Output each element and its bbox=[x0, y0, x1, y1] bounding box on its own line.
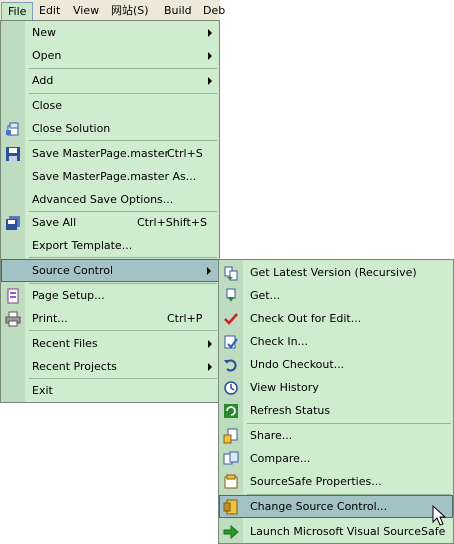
menu-item-label: Exit bbox=[32, 384, 53, 397]
source-control-submenu: Get Latest Version (Recursive) Get... Ch… bbox=[218, 259, 454, 544]
menu-item-compare[interactable]: Compare... bbox=[219, 447, 453, 470]
menu-item-view-history[interactable]: View History bbox=[219, 376, 453, 399]
menu-item-page-setup[interactable]: Page Setup... bbox=[1, 284, 219, 307]
undo-checkout-icon bbox=[224, 359, 237, 372]
menu-separator bbox=[29, 257, 217, 258]
menu-item-label: Advanced Save Options... bbox=[32, 193, 174, 206]
properties-icon bbox=[224, 474, 238, 489]
menu-debug[interactable]: Deb bbox=[197, 2, 231, 19]
menu-item-source-control[interactable]: Source Control bbox=[1, 259, 219, 282]
menu-item-get[interactable]: Get... bbox=[219, 284, 453, 307]
menu-item-label: Refresh Status bbox=[250, 404, 331, 417]
menu-separator bbox=[29, 140, 217, 141]
menu-build[interactable]: Build bbox=[158, 2, 198, 19]
menu-item-change-source-control[interactable]: Change Source Control... bbox=[219, 495, 453, 518]
menu-item-save-master-as[interactable]: Save MasterPage.master As... bbox=[1, 165, 219, 188]
menu-item-check-in[interactable]: Check In... bbox=[219, 330, 453, 353]
printer-icon bbox=[5, 311, 21, 327]
menu-item-label: Get Latest Version (Recursive) bbox=[250, 266, 417, 279]
menu-item-add[interactable]: Add bbox=[1, 69, 219, 92]
menu-website[interactable]: 网站(S) bbox=[105, 2, 155, 19]
menu-item-shortcut: Ctrl+S bbox=[167, 147, 203, 160]
launch-sourcesafe-icon bbox=[223, 524, 239, 540]
check-in-icon bbox=[224, 335, 238, 349]
menu-item-label: Compare... bbox=[250, 452, 311, 465]
menu-item-label: Check Out for Edit... bbox=[250, 312, 362, 325]
menu-item-label: Source Control bbox=[32, 264, 114, 277]
menu-item-label: Share... bbox=[250, 429, 293, 442]
refresh-icon bbox=[224, 404, 238, 418]
menu-item-label: Open bbox=[32, 49, 62, 62]
submenu-arrow-icon bbox=[208, 29, 212, 37]
menu-item-close-solution[interactable]: Close Solution bbox=[1, 117, 219, 140]
menu-item-label: New bbox=[32, 26, 56, 39]
menu-item-save-all[interactable]: Save All Ctrl+Shift+S bbox=[1, 211, 219, 234]
menu-item-shortcut: Ctrl+Shift+S bbox=[137, 216, 207, 229]
get-latest-icon bbox=[224, 266, 238, 281]
menu-item-export-template[interactable]: Export Template... bbox=[1, 234, 219, 257]
menu-item-share[interactable]: Share... bbox=[219, 424, 453, 447]
check-out-icon bbox=[224, 313, 238, 325]
menu-edit[interactable]: Edit bbox=[33, 2, 66, 19]
menu-item-label: View History bbox=[250, 381, 319, 394]
menu-item-recent-files[interactable]: Recent Files bbox=[1, 332, 219, 355]
menu-item-new[interactable]: New bbox=[1, 21, 219, 44]
menu-item-label: Save MasterPage.master bbox=[32, 147, 169, 160]
menu-item-label: Close Solution bbox=[32, 122, 111, 135]
menu-item-exit[interactable]: Exit bbox=[1, 379, 219, 402]
menu-item-advanced-save[interactable]: Advanced Save Options... bbox=[1, 188, 219, 211]
menu-item-get-latest[interactable]: Get Latest Version (Recursive) bbox=[219, 261, 453, 284]
submenu-arrow-icon bbox=[208, 363, 212, 371]
get-icon bbox=[226, 288, 236, 302]
menu-item-check-out[interactable]: Check Out for Edit... bbox=[219, 307, 453, 330]
menu-item-undo-checkout[interactable]: Undo Checkout... bbox=[219, 353, 453, 376]
menu-item-label: Page Setup... bbox=[32, 289, 105, 302]
mouse-cursor-icon bbox=[432, 505, 446, 526]
history-icon bbox=[224, 381, 238, 395]
menu-item-refresh-status[interactable]: Refresh Status bbox=[219, 399, 453, 422]
submenu-arrow-icon bbox=[208, 340, 212, 348]
menu-item-label: Save MasterPage.master As... bbox=[32, 170, 197, 183]
menu-item-label: Get... bbox=[250, 289, 281, 302]
save-all-icon bbox=[6, 216, 20, 230]
menu-item-label: Close bbox=[32, 99, 62, 112]
menu-item-sourcesafe-properties[interactable]: SourceSafe Properties... bbox=[219, 470, 453, 493]
close-solution-icon bbox=[6, 122, 19, 136]
menu-bar: File Edit View 网站(S) Build Deb bbox=[0, 0, 225, 22]
menu-item-label: Launch Microsoft Visual SourceSafe bbox=[250, 525, 446, 538]
menu-item-label: Print... bbox=[32, 312, 68, 325]
menu-item-shortcut: Ctrl+P bbox=[167, 312, 203, 325]
menu-item-close[interactable]: Close bbox=[1, 94, 219, 117]
compare-icon bbox=[223, 451, 239, 465]
share-icon bbox=[223, 428, 238, 444]
menu-file[interactable]: File bbox=[1, 2, 34, 21]
menu-item-recent-projects[interactable]: Recent Projects bbox=[1, 355, 219, 378]
menu-item-label: Recent Files bbox=[32, 337, 98, 350]
menu-view[interactable]: View bbox=[67, 2, 105, 19]
menu-item-save-master[interactable]: Save MasterPage.master Ctrl+S bbox=[1, 142, 219, 165]
menu-item-label: Save All bbox=[32, 216, 77, 229]
menu-item-label: Change Source Control... bbox=[250, 500, 388, 513]
menu-item-open[interactable]: Open bbox=[1, 44, 219, 67]
menu-item-launch-sourcesafe[interactable]: Launch Microsoft Visual SourceSafe bbox=[219, 520, 453, 543]
page-setup-icon bbox=[7, 288, 19, 304]
file-menu: New Open Add Close Close Solution Save M… bbox=[0, 20, 220, 403]
menu-item-label: Add bbox=[32, 74, 54, 87]
menu-item-label: Export Template... bbox=[32, 239, 133, 252]
submenu-arrow-icon bbox=[207, 267, 211, 275]
menu-separator bbox=[29, 330, 217, 331]
menu-item-label: Check In... bbox=[250, 335, 309, 348]
menu-item-label: SourceSafe Properties... bbox=[250, 475, 382, 488]
save-icon bbox=[6, 147, 20, 161]
menu-item-label: Recent Projects bbox=[32, 360, 117, 373]
menu-item-print[interactable]: Print... Ctrl+P bbox=[1, 307, 219, 330]
change-source-control-icon bbox=[223, 499, 238, 515]
submenu-arrow-icon bbox=[208, 77, 212, 85]
menu-item-label: Undo Checkout... bbox=[250, 358, 345, 371]
submenu-arrow-icon bbox=[208, 52, 212, 60]
